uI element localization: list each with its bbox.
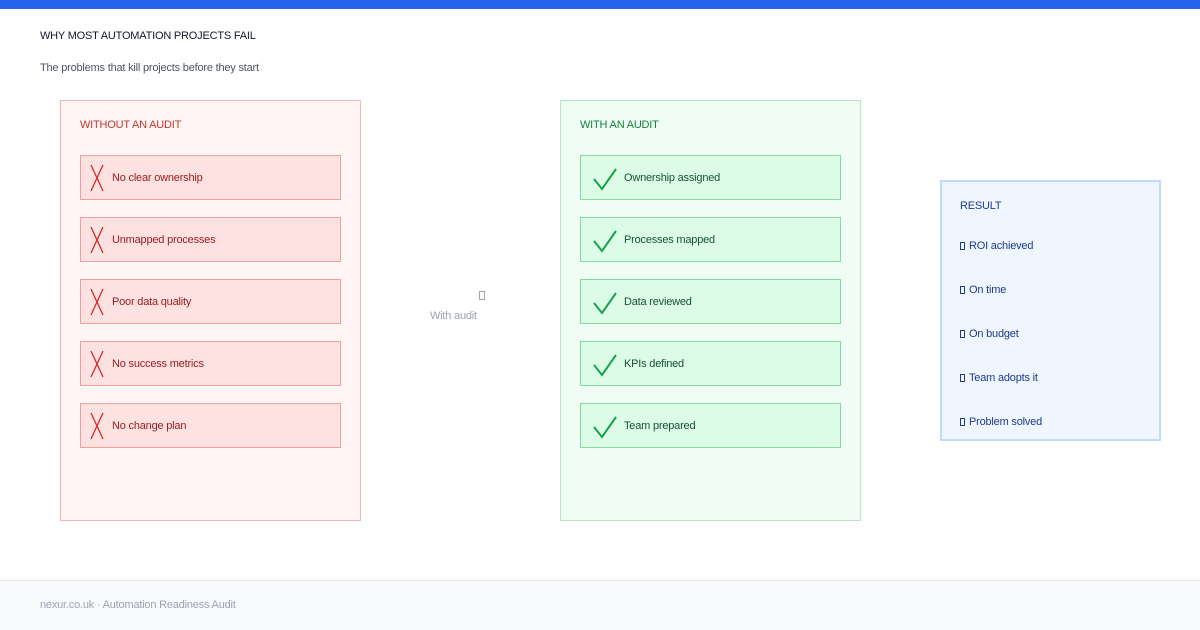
problem-item: No change plan <box>80 403 341 448</box>
footer: nexur.co.uk · Automation Readiness Audit <box>0 580 1200 630</box>
result-item-label: On budget <box>969 328 1019 340</box>
result-item-label: ROI achieved <box>969 240 1034 252</box>
without-audit-heading: WITHOUT AN AUDIT <box>80 119 182 131</box>
check-icon <box>593 168 617 191</box>
bullet-icon <box>960 330 965 338</box>
problem-item: No success metrics <box>80 341 341 386</box>
problem-item-label: No clear ownership <box>112 171 203 184</box>
result-item: On budget <box>960 328 1042 372</box>
without-audit-panel: WITHOUT AN AUDIT No clear ownership Unma… <box>60 100 361 521</box>
bullet-icon <box>960 286 965 294</box>
with-audit-panel: WITH AN AUDIT Ownership assigned Process… <box>560 100 861 521</box>
solution-item: Team prepared <box>580 403 841 448</box>
problem-item-label: Unmapped processes <box>112 233 216 246</box>
bullet-icon <box>960 374 965 382</box>
solution-item-label: Data reviewed <box>624 295 692 308</box>
problem-item-label: Poor data quality <box>112 295 192 308</box>
problem-item-label: No success metrics <box>112 357 204 370</box>
check-icon <box>593 416 617 439</box>
result-box: RESULT ROI achieved On time On budget Te… <box>940 180 1161 441</box>
cross-icon <box>90 164 104 192</box>
with-audit-heading: WITH AN AUDIT <box>580 119 659 131</box>
result-item-label: Team adopts it <box>969 372 1038 384</box>
result-item: On time <box>960 284 1042 328</box>
problem-item: Unmapped processes <box>80 217 341 262</box>
check-icon <box>593 292 617 315</box>
solution-item: Data reviewed <box>580 279 841 324</box>
result-item: Team adopts it <box>960 372 1042 416</box>
result-item: ROI achieved <box>960 240 1042 284</box>
bullet-icon <box>960 418 965 426</box>
page-subtitle: The problems that kill projects before t… <box>40 62 259 74</box>
result-heading: RESULT <box>960 200 1002 212</box>
solution-item-label: Team prepared <box>624 419 696 432</box>
problem-item: No clear ownership <box>80 155 341 200</box>
result-item-label: On time <box>969 284 1007 296</box>
arrow-icon <box>479 291 485 300</box>
result-list: ROI achieved On time On budget Team adop… <box>960 240 1042 460</box>
cross-icon <box>90 412 104 440</box>
result-item: Problem solved <box>960 416 1042 460</box>
bullet-icon <box>960 242 965 250</box>
with-audit-list: Ownership assigned Processes mapped Data… <box>580 155 841 465</box>
solution-item-label: Ownership assigned <box>624 171 721 184</box>
result-item-label: Problem solved <box>969 416 1043 428</box>
top-accent-bar <box>0 0 1200 9</box>
problem-item: Poor data quality <box>80 279 341 324</box>
page-title: WHY MOST AUTOMATION PROJECTS FAIL <box>40 30 256 42</box>
footer-text: nexur.co.uk · Automation Readiness Audit <box>40 599 236 611</box>
cross-icon <box>90 226 104 254</box>
cross-icon <box>90 350 104 378</box>
check-icon <box>593 230 617 253</box>
transition-label: With audit <box>430 310 477 322</box>
without-audit-list: No clear ownership Unmapped processes Po… <box>80 155 341 465</box>
solution-item: KPIs defined <box>580 341 841 386</box>
solution-item-label: KPIs defined <box>624 357 684 370</box>
solution-item: Processes mapped <box>580 217 841 262</box>
check-icon <box>593 354 617 377</box>
solution-item: Ownership assigned <box>580 155 841 200</box>
problem-item-label: No change plan <box>112 419 187 432</box>
cross-icon <box>90 288 104 316</box>
solution-item-label: Processes mapped <box>624 233 715 246</box>
